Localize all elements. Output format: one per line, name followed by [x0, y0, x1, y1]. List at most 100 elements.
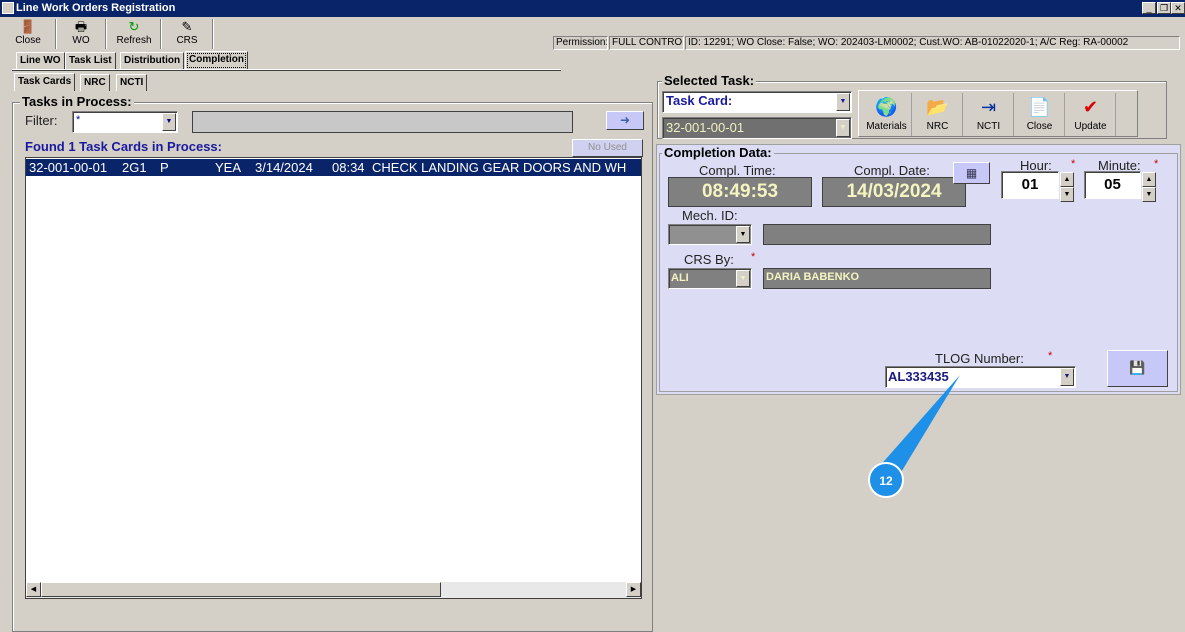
crs-by-name: DARIA BABENKO — [763, 268, 991, 289]
save-button[interactable]: 💾 — [1107, 350, 1168, 387]
nrc-button[interactable]: 📂 NRC — [913, 93, 963, 136]
filter-text-field[interactable] — [192, 111, 573, 133]
required-marker: * — [751, 251, 756, 263]
permission-value: FULL CONTROL — [609, 36, 684, 50]
apply-filter-button[interactable]: ➜ — [606, 111, 644, 130]
compl-date-label: Compl. Date: — [854, 163, 930, 178]
separator — [55, 19, 57, 49]
chevron-down-icon[interactable]: ▼ — [162, 113, 176, 131]
horizontal-scrollbar[interactable]: ◀ ▶ — [26, 582, 641, 598]
toolbar-crs-button[interactable]: ✎ CRS — [165, 18, 209, 50]
subtab-task-cards[interactable]: Task Cards — [14, 73, 76, 91]
task-type-value: Task Card: — [666, 93, 733, 108]
table-row[interactable]: 32-001-00-01 2G1 P YEA 3/14/2024 08:34 C… — [26, 159, 641, 176]
label: Close — [1026, 121, 1053, 132]
crs-by-label: CRS By: — [684, 252, 734, 267]
chevron-down-icon[interactable]: ▼ — [736, 226, 750, 243]
cell-zone: 2G1 — [122, 160, 147, 175]
task-type-combo[interactable]: Task Card: ▼ — [662, 91, 852, 113]
task-actions-bar: 🌍 Materials 📂 NRC ⇥ NCTI 📄 Close ✔ Update — [858, 90, 1138, 137]
separator — [212, 19, 214, 49]
floppy-disk-icon: 💾 — [1129, 360, 1146, 375]
scroll-left-icon[interactable]: ◀ — [26, 582, 41, 597]
subtab-ncti[interactable]: NCTI — [116, 74, 148, 91]
required-marker: * — [1071, 158, 1076, 170]
minimize-button[interactable]: _ — [1142, 2, 1156, 14]
filter-value: * — [76, 114, 81, 126]
globe-hand-icon: 🌍 — [875, 97, 898, 117]
tab-completion[interactable]: Completion — [185, 51, 248, 70]
label: NRC — [926, 121, 949, 132]
task-list[interactable]: 32-001-00-01 2G1 P YEA 3/14/2024 08:34 C… — [25, 157, 642, 599]
label: Close — [15, 35, 41, 46]
compl-time-value: 08:49:53 — [668, 177, 812, 207]
toolbar-close-button[interactable]: 🚪 Close — [6, 18, 50, 50]
label: Refresh — [116, 35, 152, 46]
hour-stepper[interactable]: ▲ ▼ — [1060, 172, 1074, 202]
spin-down-icon[interactable]: ▼ — [1060, 187, 1074, 202]
mech-id-label: Mech. ID: — [682, 208, 738, 223]
compl-time-label: Compl. Time: — [699, 163, 776, 178]
toolbar-wo-button[interactable]: 🖶 WO — [60, 18, 102, 50]
scroll-thumb[interactable] — [41, 582, 441, 597]
chevron-down-icon[interactable]: ▼ — [836, 93, 850, 111]
calendar-icon: ▦ — [965, 166, 978, 180]
chevron-down-icon[interactable]: ▼ — [736, 270, 750, 287]
materials-button[interactable]: 🌍 Materials — [862, 93, 912, 136]
task-card-combo[interactable]: 32-001-00-01 ▼ — [662, 117, 852, 139]
tlog-number-combo[interactable]: AL333435 ▼ — [885, 366, 1076, 388]
minute-stepper[interactable]: ▲ ▼ — [1142, 172, 1156, 202]
callout-badge — [868, 462, 904, 498]
chevron-down-icon[interactable]: ▼ — [1060, 368, 1074, 386]
task-card-value: 32-001-00-01 — [666, 120, 745, 135]
tab-task-list[interactable]: Task List — [65, 52, 116, 69]
mech-id-combo[interactable]: ▼ — [668, 224, 752, 245]
spin-down-icon[interactable]: ▼ — [1142, 187, 1156, 202]
tasks-group-title: Tasks in Process: — [20, 94, 134, 109]
found-count: Found 1 Task Cards in Process: — [25, 139, 222, 154]
window-title: Line Work Orders Registration — [16, 2, 176, 14]
crs-edit-icon: ✎ — [181, 19, 193, 34]
separator — [105, 19, 107, 49]
tab-divider — [12, 69, 561, 71]
cell-description: CHECK LANDING GEAR DOORS AND WH — [372, 160, 627, 175]
label: Materials — [866, 121, 907, 132]
crs-by-combo[interactable]: ALI ▼ — [668, 268, 752, 289]
crs-by-value: ALI — [671, 272, 689, 284]
scroll-right-icon[interactable]: ▶ — [626, 582, 641, 597]
close-window-button[interactable]: ✕ — [1171, 2, 1185, 14]
close-task-button[interactable]: 📄 Close — [1015, 93, 1065, 136]
maximize-button[interactable]: ❐ — [1157, 2, 1171, 14]
hour-input[interactable]: 01 — [1001, 171, 1059, 199]
tab-distribution[interactable]: Distribution — [120, 52, 185, 69]
no-used-button[interactable]: No Used — [572, 139, 643, 157]
completion-title: Completion Data: — [662, 145, 774, 160]
chevron-down-icon[interactable]: ▼ — [836, 119, 850, 137]
tab-line-wo[interactable]: Line WO — [16, 52, 65, 69]
label: Update — [1074, 121, 1107, 132]
filter-label: Filter: — [25, 113, 58, 128]
spin-up-icon[interactable]: ▲ — [1142, 172, 1156, 187]
separator — [160, 19, 162, 49]
cell-flag: YEA — [215, 160, 242, 175]
filter-combo[interactable]: * ▼ — [72, 111, 178, 133]
door-exit-icon: 🚪 — [19, 19, 37, 34]
toolbar-refresh-button[interactable]: ↻ Refresh — [110, 18, 158, 50]
minute-input[interactable]: 05 — [1084, 171, 1141, 199]
mech-name-field — [763, 224, 991, 245]
ncti-button[interactable]: ⇥ NCTI — [964, 93, 1014, 136]
close-doc-icon: 📄 — [1028, 97, 1051, 117]
cell-card: 32-001-00-01 — [29, 160, 108, 175]
label: WO — [72, 35, 90, 46]
permission-label: Permission: — [553, 36, 608, 50]
subtab-nrc[interactable]: NRC — [80, 74, 110, 91]
selected-task-title: Selected Task: — [662, 73, 757, 88]
folder-doc-icon: 📂 — [926, 97, 949, 117]
spin-up-icon[interactable]: ▲ — [1060, 172, 1074, 187]
title-bar: Line Work Orders Registration — [0, 0, 1185, 17]
arrow-right-icon: ➜ — [619, 113, 631, 127]
checklist-icon: ✔ — [1082, 97, 1099, 117]
update-button[interactable]: ✔ Update — [1066, 93, 1116, 136]
cell-date: 3/14/2024 — [255, 160, 313, 175]
calendar-button[interactable]: ▦ — [953, 162, 990, 184]
